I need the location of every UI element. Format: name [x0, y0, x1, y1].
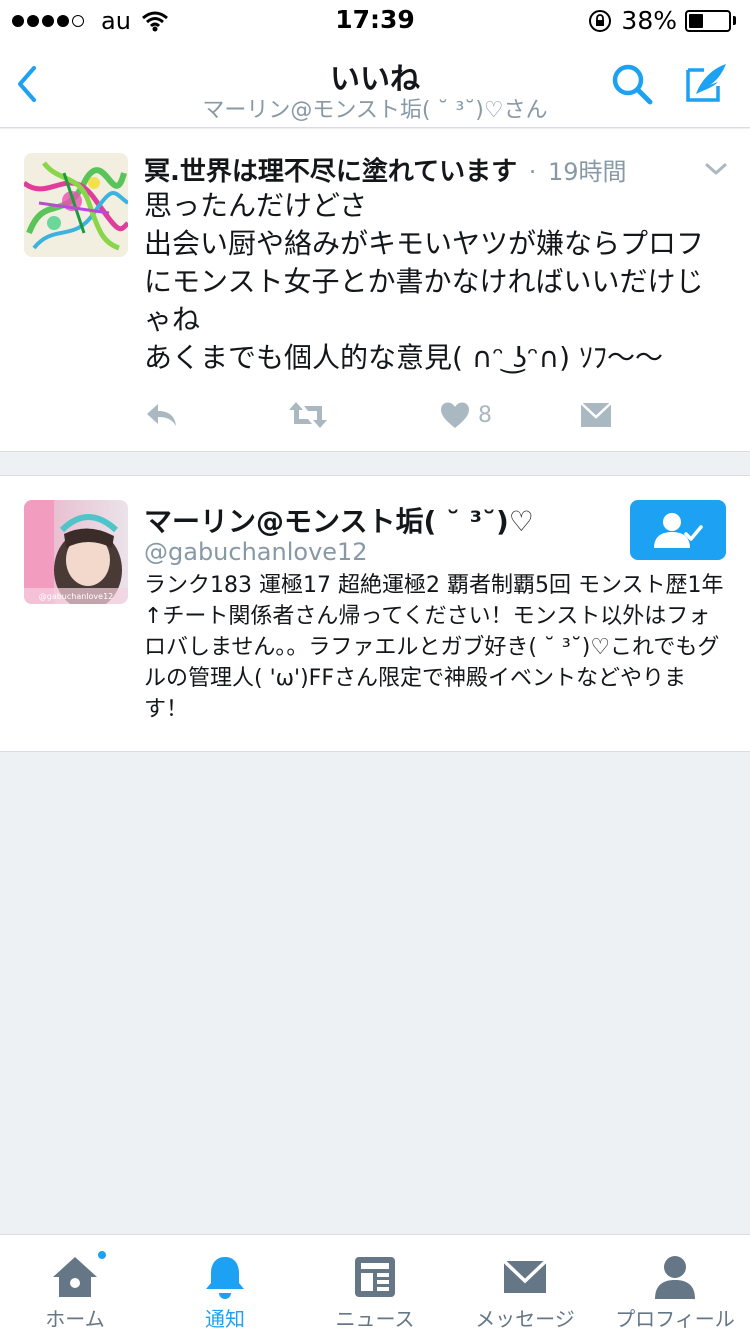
battery-tip	[733, 16, 736, 25]
tab-notifications[interactable]: 通知	[150, 1235, 300, 1334]
tab-profile[interactable]: プロフィール	[600, 1235, 750, 1334]
user-handle: @gabuchanlove12	[144, 538, 368, 566]
battery-percent: 38%	[621, 6, 677, 35]
user-bio: ランク183 運極17 超絶運極2 覇者制覇5回 モンスト歴1年↑チート関係者さ…	[144, 573, 724, 722]
orientation-lock-icon	[589, 9, 612, 32]
battery-group: 38%	[587, 6, 736, 35]
tab-label: メッセージ	[475, 1307, 575, 1331]
tab-news[interactable]: ニュース	[300, 1235, 450, 1334]
tab-bar: ホーム 通知 ニュース メッセージ プロフィール	[0, 1234, 750, 1334]
tab-label: ホーム	[45, 1307, 105, 1331]
retweet-icon	[289, 402, 327, 428]
user-photo-avatar-image: @gabuchanlove12	[24, 500, 128, 604]
news-icon	[355, 1257, 395, 1297]
tweet-separator: ·	[521, 158, 544, 185]
like-count: 8	[478, 402, 492, 428]
tweet-line: あくまでも個人的な意見( ∩ᵔ ͜ʖᵔ∩) ｿﾌ〜〜	[144, 341, 663, 374]
tweet-line: 出会い厨や絡みがキモいヤツが嫌ならプロフにモンスト女子とか書かなければいいだけじ…	[144, 227, 705, 336]
person-check-icon	[654, 513, 703, 548]
reply-button[interactable]	[144, 395, 178, 435]
envelope-icon	[580, 402, 612, 427]
tweet-actions: 8	[144, 395, 704, 435]
tweet-author-name[interactable]: 冥.世界は理不尽に塗れています	[144, 157, 517, 185]
tab-label: プロフィール	[615, 1307, 735, 1331]
user-card[interactable]: @gabuchanlove12 マーリン@モンスト垢( ˘ ³˘)♡ @gabu…	[0, 476, 750, 752]
notification-badge	[96, 1249, 108, 1261]
battery-level-fill	[689, 13, 703, 28]
bell-icon	[206, 1257, 244, 1299]
tab-home[interactable]: ホーム	[0, 1235, 150, 1334]
tweet-header: 冥.世界は理不尽に塗れています · 19時間	[144, 151, 704, 185]
heart-icon	[441, 402, 469, 428]
person-icon	[655, 1256, 695, 1299]
direct-message-button[interactable]	[580, 395, 612, 435]
battery-icon	[685, 9, 731, 32]
status-bar: au 17:39 38%	[0, 0, 750, 40]
following-button[interactable]	[630, 500, 726, 560]
retweet-button[interactable]	[288, 395, 328, 435]
tweet-text: 思ったんだけどさ 出会い厨や絡みがキモいヤツが嫌ならプロフにモンスト女子とか書か…	[144, 187, 724, 377]
tweet-author-avatar[interactable]	[24, 153, 128, 257]
chevron-down-icon[interactable]	[704, 157, 728, 181]
avatar-caption: @gabuchanlove12	[39, 592, 114, 601]
compose-icon[interactable]	[682, 58, 730, 106]
navigation-bar: いいね マーリン@モンスト垢( ˘ ³˘)♡さん	[0, 40, 750, 128]
reply-icon	[147, 404, 176, 426]
tab-label: 通知	[205, 1307, 245, 1331]
tweet-timestamp: 19時間	[548, 158, 627, 185]
abstract-art-avatar-image	[24, 153, 128, 257]
user-display-name[interactable]: マーリン@モンスト垢( ˘ ³˘)♡	[144, 500, 534, 540]
like-button[interactable]: 8	[440, 395, 492, 435]
liked-tweet[interactable]: 冥.世界は理不尽に塗れています · 19時間 思ったんだけどさ 出会い厨や絡みが…	[0, 129, 750, 452]
search-icon[interactable]	[608, 60, 656, 108]
envelope-icon	[502, 1259, 548, 1293]
section-divider	[0, 452, 750, 476]
user-avatar[interactable]: @gabuchanlove12	[24, 500, 128, 604]
home-icon	[53, 1257, 97, 1297]
tab-messages[interactable]: メッセージ	[450, 1235, 600, 1334]
tweet-line: 思ったんだけどさ	[144, 189, 368, 222]
tab-label: ニュース	[335, 1307, 415, 1331]
